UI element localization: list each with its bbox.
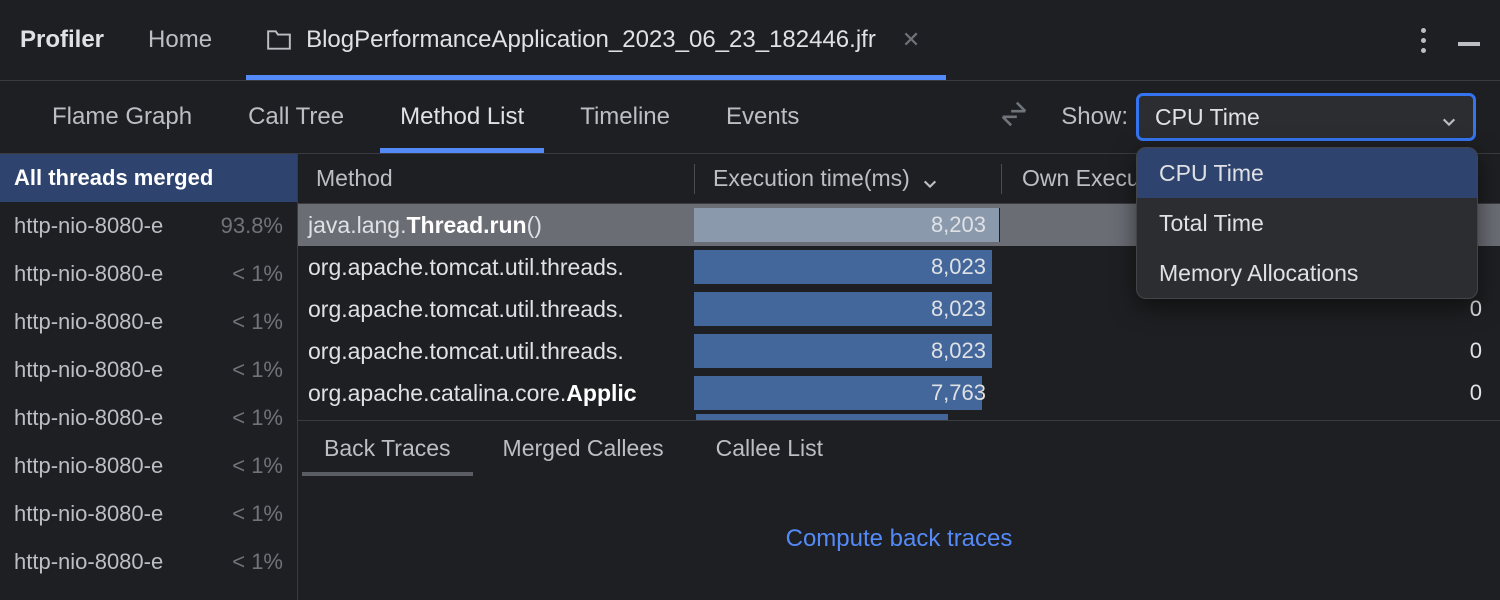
sidebar-item-label: All threads merged [14,165,213,191]
option-memory-allocations[interactable]: Memory Allocations [1137,248,1477,298]
view-tabs: Flame Graph Call Tree Method List Timeli… [0,81,1500,153]
col-exec-label: Execution time(ms) [713,165,910,192]
tool-title: Profiler [20,26,104,54]
tab-home[interactable]: Home [148,26,212,54]
kebab-icon[interactable] [1421,28,1426,53]
exec-value: 8,023 [931,338,986,364]
thread-name: http-nio-8080-e [14,213,163,239]
thread-name: http-nio-8080-e [14,501,163,527]
thread-name: http-nio-8080-e [14,357,163,383]
show-dropdown[interactable]: CPU Time [1136,93,1476,141]
thread-pct: < 1% [232,501,283,527]
close-icon[interactable]: ✕ [902,27,920,53]
profiler-topbar: Profiler Home BlogPerformanceApplication… [0,0,1500,80]
tab-flame-graph[interactable]: Flame Graph [24,81,220,153]
chevron-down-icon [922,171,938,187]
thread-pct: < 1% [232,405,283,431]
sidebar-item-thread[interactable]: http-nio-8080-e < 1% [0,538,297,586]
option-cpu-time[interactable]: CPU Time [1137,148,1477,198]
exec-cell: 8,023 [694,288,1000,330]
chevron-down-icon [1441,109,1457,125]
method-name: java.lang.Thread.run() [298,212,694,239]
sidebar-item-thread[interactable]: http-nio-8080-e < 1% [0,250,297,298]
method-name: org.apache.tomcat.util.threads. [298,338,694,365]
exec-value: 8,023 [931,296,986,322]
thread-pct: < 1% [232,549,283,575]
thread-name: http-nio-8080-e [14,405,163,431]
own-value: 0 [1000,296,1500,322]
bottom-tabs: Back Traces Merged Callees Callee List [298,420,1500,476]
exec-value: 8,023 [931,254,986,280]
thread-pct: < 1% [232,357,283,383]
col-exec-time[interactable]: Execution time(ms) [695,165,1001,192]
back-traces-area: Compute back traces [298,476,1500,600]
thread-pct: 93.8% [221,213,283,239]
method-row[interactable]: org.apache.tomcat.util.threads. 8,023 0 [298,330,1500,372]
thread-name: http-nio-8080-e [14,549,163,575]
tab-callee-list[interactable]: Callee List [690,421,849,476]
tab-method-list[interactable]: Method List [372,81,552,153]
sidebar-item-all-threads[interactable]: All threads merged [0,154,297,202]
sidebar-item-thread[interactable]: http-nio-8080-e < 1% [0,394,297,442]
tab-timeline[interactable]: Timeline [552,81,698,153]
exec-value: 8,203 [931,212,986,238]
method-name: org.apache.catalina.core.Applic [298,380,694,407]
own-value: 0 [1000,380,1500,406]
tab-call-tree[interactable]: Call Tree [220,81,372,153]
show-dropdown-value: CPU Time [1155,104,1260,131]
folder-icon [266,29,292,51]
method-name: org.apache.tomcat.util.threads. [298,296,694,323]
show-label: Show: [1061,103,1128,131]
thread-name: http-nio-8080-e [14,261,163,287]
thread-name: http-nio-8080-e [14,309,163,335]
sidebar-item-thread[interactable]: http-nio-8080-e < 1% [0,346,297,394]
thread-pct: < 1% [232,309,283,335]
sidebar-item-thread[interactable]: http-nio-8080-e < 1% [0,490,297,538]
thread-pct: < 1% [232,453,283,479]
col-method[interactable]: Method [298,165,694,192]
sidebar-item-thread[interactable]: http-nio-8080-e 93.8% [0,202,297,250]
tab-back-traces[interactable]: Back Traces [298,421,477,476]
file-name: BlogPerformanceApplication_2023_06_23_18… [306,26,876,54]
compute-back-traces-link[interactable]: Compute back traces [786,525,1013,553]
sidebar-item-thread[interactable]: http-nio-8080-e < 1% [0,298,297,346]
exec-value: 7,763 [931,380,986,406]
thread-pct: < 1% [232,261,283,287]
tab-merged-callees[interactable]: Merged Callees [477,421,690,476]
exec-cell: 8,023 [694,246,1000,288]
minimize-icon[interactable] [1458,42,1480,46]
exec-cell: 7,763 [694,372,1000,414]
exec-cell: 8,203 [694,204,1000,246]
method-name: org.apache.tomcat.util.threads. [298,254,694,281]
option-total-time[interactable]: Total Time [1137,198,1477,248]
method-row[interactable]: org.apache.catalina.core.Applic 7,763 0 [298,372,1500,414]
exec-cell: 8,023 [694,330,1000,372]
tab-events[interactable]: Events [698,81,827,153]
thread-name: http-nio-8080-e [14,453,163,479]
swap-icon[interactable] [997,97,1031,137]
show-dropdown-popup: CPU Time Total Time Memory Allocations [1136,147,1478,299]
own-value: 0 [1000,338,1500,364]
sidebar-item-thread[interactable]: http-nio-8080-e < 1% [0,442,297,490]
thread-sidebar: All threads merged http-nio-8080-e93.8%h… [0,154,298,600]
tab-file[interactable]: BlogPerformanceApplication_2023_06_23_18… [266,0,920,80]
